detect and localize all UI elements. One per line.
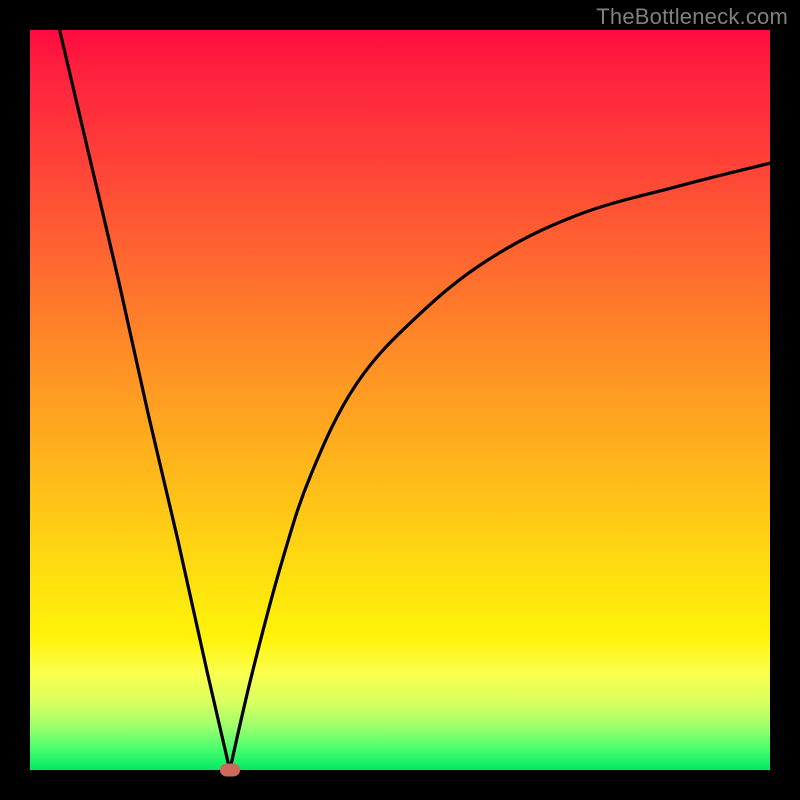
curve-right-branch	[230, 163, 770, 770]
watermark-text: TheBottleneck.com	[596, 4, 788, 30]
bottleneck-curve	[30, 30, 770, 770]
plot-area	[30, 30, 770, 770]
curve-left-branch	[60, 30, 230, 770]
chart-frame: TheBottleneck.com	[0, 0, 800, 800]
optimal-marker	[220, 764, 240, 777]
